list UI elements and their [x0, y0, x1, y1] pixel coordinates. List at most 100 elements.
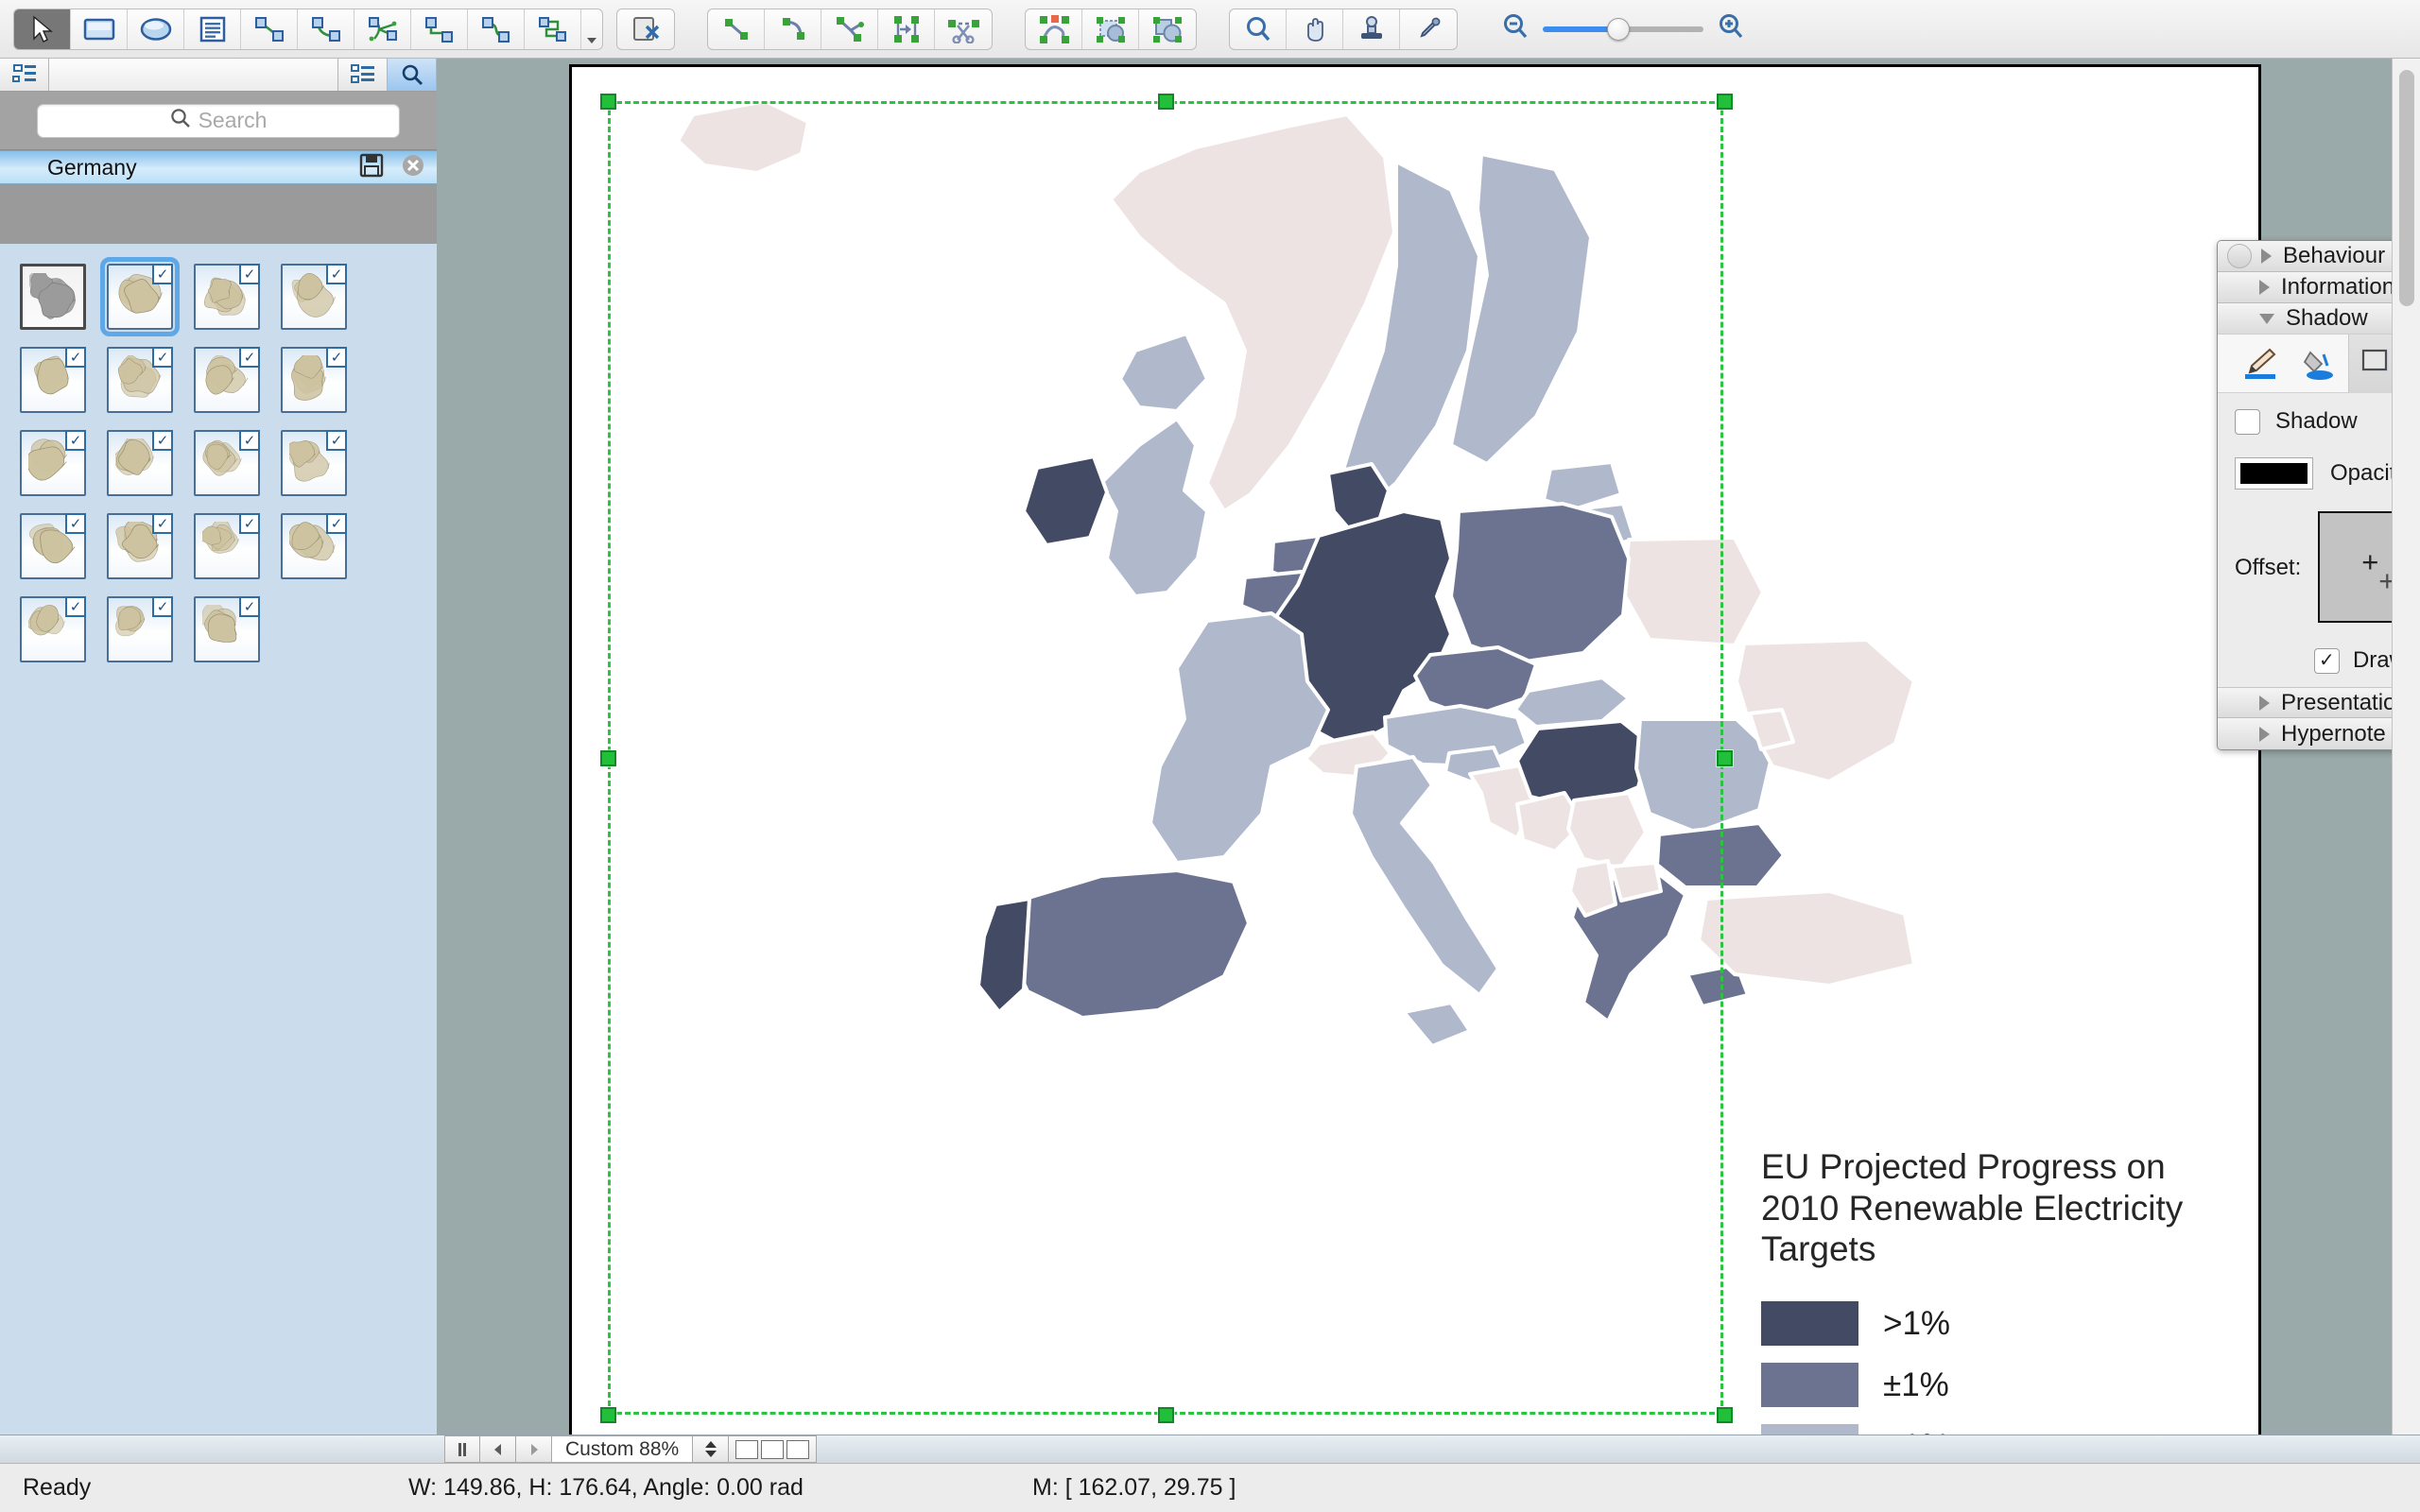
shape-checkbox[interactable]: ✓	[239, 347, 260, 368]
selection-handle-bl[interactable]	[600, 1407, 616, 1423]
shadow-checkbox[interactable]	[2235, 408, 2260, 435]
map-region-iceland[interactable]	[676, 99, 810, 175]
curved-connector-icon[interactable]	[298, 9, 354, 49]
connector-dropdown-icon[interactable]	[581, 9, 602, 49]
floppy-save-icon[interactable]	[359, 153, 384, 182]
map-region-united-kingdom[interactable]	[1099, 332, 1209, 598]
library-shape-region-shape-6[interactable]: ✓	[183, 340, 270, 420]
bezier-node-icon[interactable]	[821, 9, 878, 49]
library-shape-region-shape-17[interactable]: ✓	[96, 590, 183, 669]
text-block-icon[interactable]	[184, 9, 241, 49]
eyedropper-icon[interactable]	[1400, 9, 1457, 49]
map-region-portugal[interactable]	[977, 897, 1031, 1014]
zoom-slider-control[interactable]	[1499, 11, 1747, 46]
library-shape-region-shape-7[interactable]: ✓	[270, 340, 357, 420]
library-shape-region-shape-8[interactable]: ✓	[9, 423, 96, 503]
zoom-slider-knob[interactable]	[1607, 17, 1630, 41]
map-region-ireland[interactable]	[1022, 455, 1109, 547]
section-shadow[interactable]: Shadow	[2218, 303, 2392, 335]
arc-segment-icon[interactable]	[765, 9, 821, 49]
library-shape-region-shape-18[interactable]: ✓	[183, 590, 270, 669]
library-shape-region-shape-16[interactable]: ✓	[9, 590, 96, 669]
list-view-tab[interactable]	[338, 59, 388, 91]
rectangle-shape-icon[interactable]	[71, 9, 128, 49]
selection-handle-tl[interactable]	[600, 94, 616, 110]
straight-connector-icon[interactable]	[241, 9, 298, 49]
view-mode-buttons[interactable]	[729, 1435, 818, 1463]
shape-checkbox[interactable]: ✓	[239, 513, 260, 534]
rounded-connector-icon[interactable]	[468, 9, 525, 49]
line-segment-icon[interactable]	[708, 9, 765, 49]
library-shape-germany-states-3[interactable]: ✓	[270, 257, 357, 336]
orthogonal-connector-icon[interactable]	[411, 9, 468, 49]
pointer-select-icon[interactable]	[14, 9, 71, 49]
shape-checkbox[interactable]: ✓	[152, 596, 173, 617]
search-input[interactable]: Search	[37, 103, 400, 138]
shape-checkbox[interactable]: ✓	[152, 264, 173, 284]
stepper-updown-icon[interactable]	[693, 1435, 730, 1463]
two-page-view[interactable]	[761, 1439, 785, 1459]
selection-handle-tr[interactable]	[1717, 94, 1733, 110]
library-shape-region-shape-13[interactable]: ✓	[96, 507, 183, 586]
union-shapes-icon[interactable]	[1139, 9, 1196, 49]
shape-checkbox[interactable]: ✓	[326, 264, 347, 284]
zoom-slider-track[interactable]	[1543, 17, 1703, 41]
delete-shape-icon[interactable]	[617, 9, 674, 49]
map-region-serbia[interactable]	[1566, 791, 1648, 870]
shadow-square-icon[interactable]	[2348, 334, 2392, 393]
shape-checkbox[interactable]: ✓	[239, 430, 260, 451]
shape-checkbox[interactable]: ✓	[152, 513, 173, 534]
shape-checkbox[interactable]: ✓	[65, 347, 86, 368]
map-region-estonia[interactable]	[1542, 460, 1623, 511]
canvas-area[interactable]: EU Projected Progress on 2010 Renewable …	[437, 59, 2392, 1435]
map-region-romania[interactable]	[1634, 717, 1774, 834]
section-presentation-mode[interactable]: Presentation Mode	[2218, 687, 2392, 718]
edit-points-icon[interactable]	[1026, 9, 1082, 49]
pen-stroke-icon[interactable]	[2231, 335, 2290, 393]
next-page-icon[interactable]	[516, 1435, 552, 1463]
magnifier-zoom-icon[interactable]	[1230, 9, 1287, 49]
shape-checkbox[interactable]: ✓	[326, 430, 347, 451]
library-shape-region-shape-12[interactable]: ✓	[9, 507, 96, 586]
library-shape-region-shape-9[interactable]: ✓	[96, 423, 183, 503]
zoom-out-icon[interactable]	[1499, 11, 1531, 46]
shadow-color-swatch[interactable]	[2235, 456, 2313, 490]
selection-handle-tc[interactable]	[1158, 94, 1174, 110]
zigzag-connector-icon[interactable]	[525, 9, 581, 49]
library-shape-germany-states-1[interactable]: ✓	[96, 257, 183, 336]
map-region-turkey[interactable]	[1697, 889, 1916, 988]
shape-checkbox[interactable]: ✓	[65, 596, 86, 617]
stamp-clone-icon[interactable]	[1343, 9, 1400, 49]
map-region-spain[interactable]	[1005, 868, 1251, 1020]
map-region-poland[interactable]	[1449, 502, 1631, 664]
vertical-scrollbar-thumb[interactable]	[2399, 70, 2414, 306]
prev-page-icon[interactable]	[480, 1435, 516, 1463]
continuous-view[interactable]	[786, 1439, 810, 1459]
selection-handle-br[interactable]	[1717, 1407, 1733, 1423]
section-behaviour[interactable]: Behaviour	[2218, 241, 2392, 272]
subtract-shapes-icon[interactable]	[1082, 9, 1139, 49]
map-region-france[interactable]	[1149, 611, 1330, 865]
zoom-in-icon[interactable]	[1715, 11, 1747, 46]
library-shape-region-shape-11[interactable]: ✓	[270, 423, 357, 503]
offset-drag-pad[interactable]: + +	[2318, 511, 2392, 623]
zoom-level-value[interactable]: Custom 88%	[552, 1435, 694, 1463]
section-information[interactable]: Information	[2218, 272, 2392, 303]
ellipse-shape-icon[interactable]	[128, 9, 184, 49]
vertical-scrollbar[interactable]	[2392, 59, 2420, 1435]
split-path-icon[interactable]	[878, 9, 935, 49]
search-tab[interactable]	[388, 59, 437, 91]
library-shape-germany-states-2[interactable]: ✓	[183, 257, 270, 336]
library-shape-region-shape-14[interactable]: ✓	[183, 507, 270, 586]
map-region-bulgaria[interactable]	[1655, 821, 1786, 889]
close-circle-icon[interactable]	[401, 153, 425, 182]
map-region-slovakia[interactable]	[1513, 676, 1631, 729]
library-shape-region-shape-10[interactable]: ✓	[183, 423, 270, 503]
single-page-view[interactable]	[735, 1439, 759, 1459]
branch-connector-icon[interactable]	[354, 9, 411, 49]
library-shape-region-shape-15[interactable]: ✓	[270, 507, 357, 586]
shape-checkbox[interactable]: ✓	[239, 264, 260, 284]
shape-checkbox[interactable]: ✓	[152, 430, 173, 451]
outline-tree-tab[interactable]	[0, 59, 49, 91]
map-region-italy[interactable]	[1349, 755, 1500, 1048]
